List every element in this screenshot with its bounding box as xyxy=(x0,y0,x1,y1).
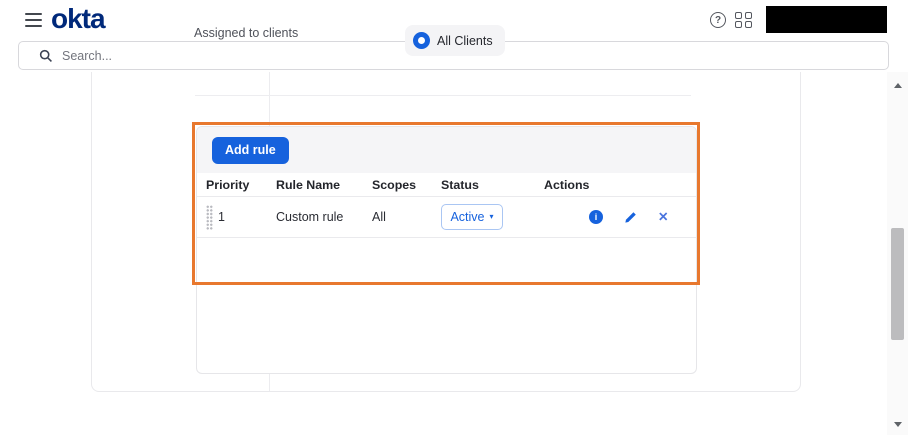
priority-cell: 1 xyxy=(206,204,276,230)
rule-name-value: Custom rule xyxy=(276,210,344,224)
radio-selected-icon xyxy=(413,32,430,49)
hamburger-menu-icon[interactable] xyxy=(25,13,42,27)
scroll-up-icon xyxy=(893,82,902,88)
status-cell: Active ▾ xyxy=(441,204,544,230)
scrollbar-thumb[interactable] xyxy=(891,228,904,340)
vertical-scrollbar[interactable] xyxy=(887,72,908,435)
table-header-row: Priority Rule Name Scopes Status Actions xyxy=(197,173,696,197)
scroll-up-button[interactable] xyxy=(887,76,908,94)
edit-pencil-icon[interactable] xyxy=(624,211,637,224)
scroll-down-button[interactable] xyxy=(887,415,908,433)
status-value: Active xyxy=(450,210,485,224)
info-icon[interactable]: i xyxy=(589,210,603,224)
all-clients-chip[interactable]: All Clients xyxy=(405,25,505,56)
add-rule-button[interactable]: Add rule xyxy=(212,136,289,164)
table-row: 1 Custom rule All Active ▾ i ✕ xyxy=(197,197,696,238)
okta-logo: okta xyxy=(51,3,106,34)
column-header-rule-name: Rule Name xyxy=(276,177,341,192)
all-clients-label: All Clients xyxy=(437,33,493,48)
caret-down-icon: ▾ xyxy=(489,212,494,221)
help-icon[interactable]: ? xyxy=(710,12,726,28)
rules-table-container: Add rule Priority Rule Name Scopes Statu… xyxy=(196,126,697,374)
apps-grid-icon[interactable] xyxy=(735,12,752,28)
help-icon-glyph: ? xyxy=(714,14,722,26)
column-header-actions: Actions xyxy=(544,177,590,192)
search-icon xyxy=(39,49,53,63)
column-header-priority: Priority xyxy=(206,177,250,192)
scopes-value: All xyxy=(372,210,386,224)
delete-x-icon[interactable]: ✕ xyxy=(658,211,668,224)
column-header-status: Status xyxy=(441,177,479,192)
section-divider xyxy=(195,95,691,96)
okta-admin-page: okta ? Assigned to clients All Clients xyxy=(0,0,912,435)
assigned-to-clients-label: Assigned to clients xyxy=(194,26,299,40)
status-dropdown[interactable]: Active ▾ xyxy=(441,204,503,230)
redacted-user-menu[interactable] xyxy=(766,6,887,33)
drag-handle-icon[interactable] xyxy=(206,204,213,230)
scroll-down-icon xyxy=(893,421,902,427)
column-header-scopes: Scopes xyxy=(372,177,417,192)
rules-toolbar: Add rule xyxy=(197,127,696,173)
priority-value: 1 xyxy=(218,210,225,224)
actions-cell: i ✕ xyxy=(544,210,687,224)
